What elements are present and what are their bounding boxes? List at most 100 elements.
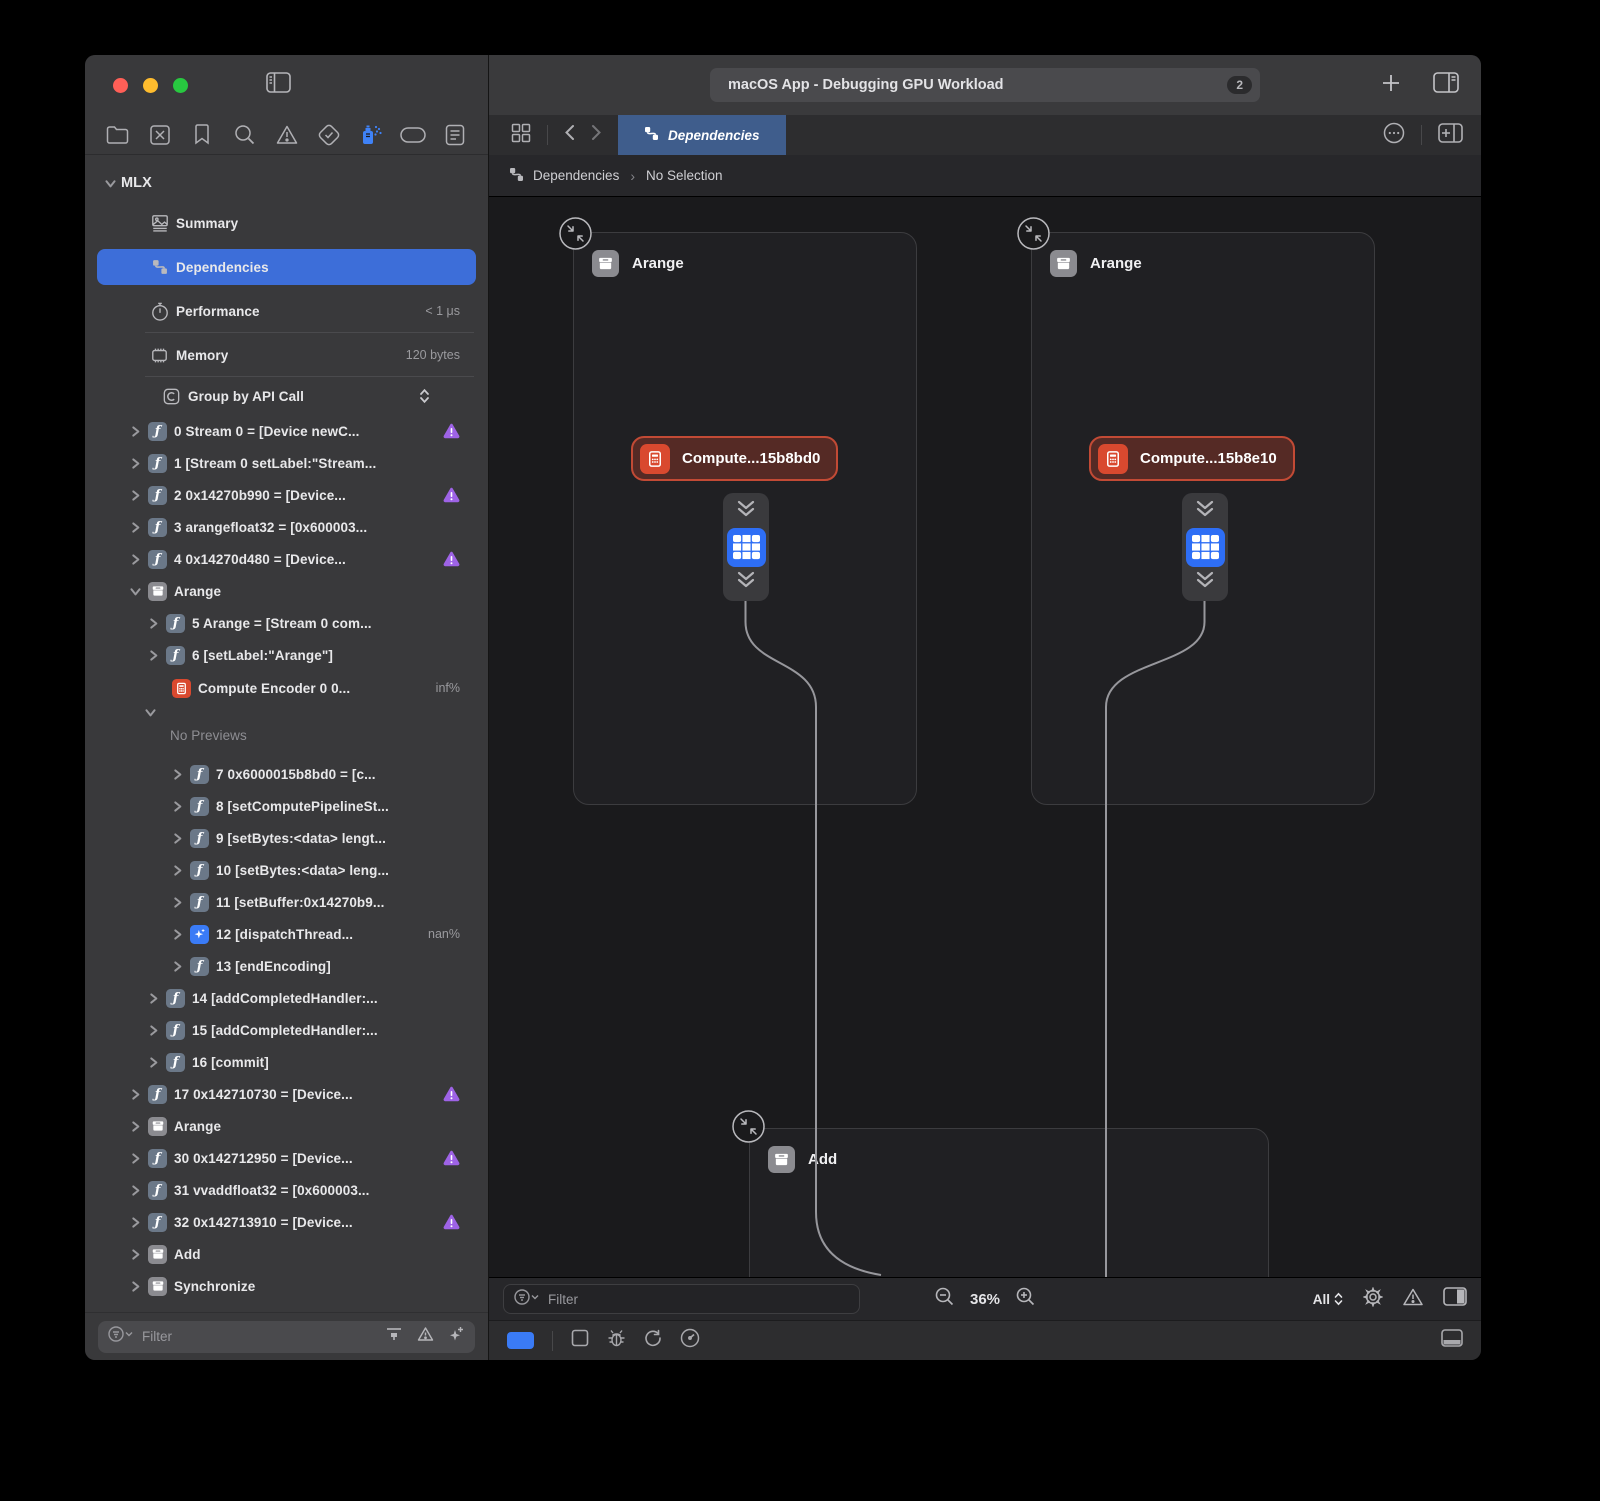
- disclosure-right-icon[interactable]: [130, 426, 146, 437]
- tree-row[interactable]: ƒ6 [setLabel:"Arange"]: [85, 639, 488, 671]
- buffer-pill-1[interactable]: [723, 493, 769, 601]
- warnings-icon[interactable]: [1403, 1288, 1423, 1311]
- disclosure-right-icon[interactable]: [130, 1153, 146, 1164]
- tree-row-compute-encoder[interactable]: Compute Encoder 0 0...inf%: [85, 671, 488, 705]
- tab-overview-icon[interactable]: [511, 123, 531, 148]
- add-tab-icon[interactable]: [1381, 73, 1401, 98]
- selection-mode-icon[interactable]: [571, 1329, 589, 1352]
- disclosure-down-icon[interactable]: [130, 586, 146, 597]
- tree-row[interactable]: ƒ31 vvaddfloat32 = [0x600003...: [85, 1174, 488, 1206]
- compute-node-1[interactable]: Compute...15b8bd0: [631, 436, 838, 481]
- report-icon[interactable]: [442, 122, 468, 148]
- tree-row[interactable]: ƒ17 0x142710730 = [Device...: [85, 1078, 488, 1110]
- debug-spray-icon[interactable]: [358, 122, 384, 148]
- bookmark-icon[interactable]: [189, 122, 215, 148]
- disclosure-right-icon[interactable]: [148, 618, 164, 629]
- breadcrumb-first[interactable]: Dependencies: [533, 168, 619, 183]
- disclosure-right-icon[interactable]: [130, 1185, 146, 1196]
- tree-row[interactable]: ƒ10 [setBytes:<data> leng...: [85, 854, 488, 886]
- filter-sparkle-icon[interactable]: [448, 1326, 465, 1347]
- disclosure-right-icon[interactable]: [172, 961, 188, 972]
- bottom-panel-icon[interactable]: [1441, 1329, 1463, 1352]
- search-icon[interactable]: [231, 122, 257, 148]
- tree-row[interactable]: ƒ1 [Stream 0 setLabel:"Stream...: [85, 447, 488, 479]
- tree-row[interactable]: Arange: [85, 1110, 488, 1142]
- tab-dependencies[interactable]: Dependencies: [618, 115, 786, 155]
- scope-dropdown[interactable]: All: [1313, 1292, 1343, 1307]
- tree-row[interactable]: ƒ16 [commit]: [85, 1046, 488, 1078]
- right-panel-icon[interactable]: [1443, 1287, 1467, 1311]
- tree-row[interactable]: 12 [dispatchThread...nan%: [85, 918, 488, 950]
- tree-root-mlx[interactable]: MLX: [85, 165, 488, 201]
- tree-row[interactable]: ƒ15 [addCompletedHandler:...: [85, 1014, 488, 1046]
- more-options-icon[interactable]: [1383, 122, 1405, 149]
- tree-row[interactable]: Arange: [85, 575, 488, 607]
- collapse-group-icon[interactable]: [559, 217, 592, 250]
- graph-mode-icon[interactable]: [507, 1332, 534, 1349]
- settings-gear-icon[interactable]: [1363, 1287, 1383, 1312]
- disclosure-right-icon[interactable]: [172, 833, 188, 844]
- tree-row[interactable]: Synchronize: [85, 1270, 488, 1302]
- collapse-group-icon[interactable]: [732, 1110, 765, 1143]
- disclosure-right-icon[interactable]: [148, 650, 164, 661]
- tree-row[interactable]: ƒ2 0x14270b990 = [Device...: [85, 479, 488, 511]
- tree-row[interactable]: ƒ7 0x6000015b8bd0 = [c...: [85, 758, 488, 790]
- filter-flagged-icon[interactable]: [385, 1326, 403, 1347]
- issues-icon[interactable]: [274, 122, 300, 148]
- sidebar-item-dependencies[interactable]: Dependencies: [85, 245, 488, 289]
- buffer-pill-2[interactable]: [1182, 493, 1228, 601]
- group-by-api-call-control[interactable]: Group by API Call: [85, 377, 488, 415]
- reload-icon[interactable]: [644, 1329, 662, 1352]
- filter-warnings-icon[interactable]: [417, 1326, 434, 1347]
- zoom-window-button[interactable]: [173, 78, 188, 93]
- tree-row[interactable]: ƒ11 [setBuffer:0x14270b9...: [85, 886, 488, 918]
- tree-row[interactable]: ƒ9 [setBytes:<data> lengt...: [85, 822, 488, 854]
- disclosure-right-icon[interactable]: [148, 1057, 164, 1068]
- compute-node-2[interactable]: Compute...15b8e10: [1089, 436, 1295, 481]
- disclosure-right-icon[interactable]: [130, 1249, 146, 1260]
- previews-expander-icon[interactable]: [85, 705, 488, 720]
- dependency-graph-canvas[interactable]: Arange Arange Add Compute...15b8bd0 Comp…: [489, 197, 1481, 1277]
- disclosure-right-icon[interactable]: [130, 1217, 146, 1228]
- disclosure-right-icon[interactable]: [130, 1089, 146, 1100]
- tree-row[interactable]: ƒ14 [addCompletedHandler:...: [85, 982, 488, 1014]
- disclosure-right-icon[interactable]: [148, 1025, 164, 1036]
- performance-gauge-icon[interactable]: [680, 1328, 700, 1353]
- forward-icon[interactable]: [591, 124, 602, 146]
- back-icon[interactable]: [564, 124, 575, 146]
- graph-group-add[interactable]: Add: [749, 1128, 1269, 1277]
- tree-row[interactable]: ƒ5 Arange = [Stream 0 com...: [85, 607, 488, 639]
- disclosure-right-icon[interactable]: [172, 929, 188, 940]
- sidebar-item-performance[interactable]: Performance< 1 μs: [85, 289, 488, 333]
- tag-icon[interactable]: [400, 122, 426, 148]
- zoom-in-icon[interactable]: [1016, 1287, 1035, 1311]
- disclosure-right-icon[interactable]: [130, 490, 146, 501]
- tree-row[interactable]: ƒ3 arangefloat32 = [0x600003...: [85, 511, 488, 543]
- debug-bug-icon[interactable]: [607, 1329, 626, 1352]
- disclosure-right-icon[interactable]: [172, 865, 188, 876]
- disclosure-right-icon[interactable]: [148, 993, 164, 1004]
- tree-row[interactable]: Add: [85, 1238, 488, 1270]
- zoom-out-icon[interactable]: [935, 1287, 954, 1311]
- stepper-icon[interactable]: [419, 388, 430, 404]
- editor-split-icon[interactable]: [1433, 72, 1459, 98]
- disclosure-right-icon[interactable]: [172, 801, 188, 812]
- disclosure-right-icon[interactable]: [130, 1121, 146, 1132]
- window-title-pill[interactable]: macOS App - Debugging GPU Workload 2: [710, 68, 1260, 102]
- tree-row[interactable]: ƒ32 0x142713910 = [Device...: [85, 1206, 488, 1238]
- tree-row[interactable]: ƒ0 Stream 0 = [Device newC...: [85, 415, 488, 447]
- sidebar-item-summary[interactable]: Summary: [85, 201, 488, 245]
- minimize-window-button[interactable]: [143, 78, 158, 93]
- tree-row[interactable]: ƒ30 0x142712950 = [Device...: [85, 1142, 488, 1174]
- collapse-group-icon[interactable]: [1017, 217, 1050, 250]
- shader-icon[interactable]: [147, 122, 173, 148]
- disclosure-right-icon[interactable]: [130, 1281, 146, 1292]
- disclosure-right-icon[interactable]: [130, 522, 146, 533]
- sidebar-item-memory[interactable]: Memory120 bytes: [85, 333, 488, 377]
- tree-row[interactable]: ƒ4 0x14270d480 = [Device...: [85, 543, 488, 575]
- folder-icon[interactable]: [105, 122, 131, 148]
- disclosure-right-icon[interactable]: [172, 769, 188, 780]
- tree-row[interactable]: ƒ8 [setComputePipelineSt...: [85, 790, 488, 822]
- canvas-filter-input[interactable]: Filter: [503, 1284, 860, 1314]
- close-window-button[interactable]: [113, 78, 128, 93]
